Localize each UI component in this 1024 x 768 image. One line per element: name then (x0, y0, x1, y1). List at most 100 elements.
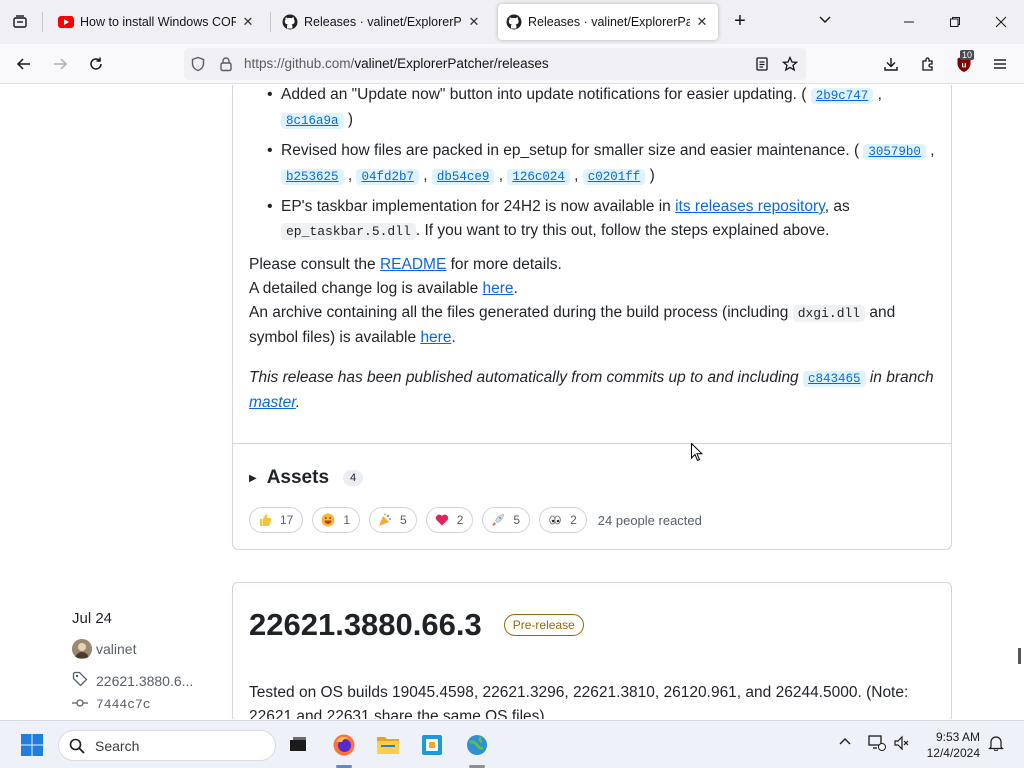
release-header: 22621.3880.66.3 Pre-release (249, 607, 584, 643)
text: . (513, 280, 518, 297)
new-tab-icon[interactable]: + (730, 10, 750, 34)
lock-icon[interactable] (218, 56, 234, 72)
tag-icon (72, 671, 88, 690)
avatar (72, 639, 92, 659)
release-author[interactable]: valinet (72, 639, 136, 659)
code-snippet: ep_taskbar.5.dll (281, 223, 416, 240)
file-explorer-icon[interactable] (372, 729, 404, 761)
thumbs-up-icon (258, 513, 272, 527)
commit-link[interactable]: 30579b0 (863, 144, 926, 160)
scrollbar-thumb[interactable] (1018, 648, 1021, 664)
reaction-thumbs-up[interactable]: 17 (249, 507, 304, 533)
archive-link[interactable]: here (420, 329, 451, 346)
rocket-icon (491, 513, 505, 527)
minimize-icon[interactable] (897, 10, 921, 34)
network-globe-icon[interactable] (461, 729, 493, 761)
assets-count: 4 (343, 470, 364, 486)
network-icon[interactable] (868, 735, 886, 754)
remote-desktop-icon[interactable] (416, 729, 448, 761)
restore-icon[interactable] (943, 10, 967, 34)
back-icon[interactable] (12, 52, 36, 76)
reaction-eyes[interactable]: 2 (539, 507, 587, 533)
close-window-icon[interactable] (989, 10, 1013, 34)
close-tab-icon[interactable]: ✕ (240, 14, 256, 30)
note-text: Revised how files are packed in ep_setup… (281, 142, 860, 159)
commit-link[interactable]: 04fd2b7 (356, 169, 419, 185)
changelog-line: A detailed change log is available here. (249, 277, 939, 301)
tracking-protection-icon[interactable] (190, 56, 206, 72)
reaction-rocket[interactable]: 5 (482, 507, 531, 533)
commit-link[interactable]: b253625 (281, 169, 344, 185)
task-view-icon[interactable] (282, 729, 314, 761)
taskbar: Search 9:53 AM 12/4/2024 (0, 720, 1024, 768)
release-title[interactable]: 22621.3880.66.3 (249, 607, 482, 643)
tab-releases-1[interactable]: Releases · valinet/ExplorerPatch ✕ (274, 4, 490, 40)
reaction-count: 1 (343, 513, 351, 527)
assets-label: Assets (266, 467, 330, 488)
taskbar-clock[interactable]: 9:53 AM 12/4/2024 (918, 729, 980, 761)
firefox-icon[interactable] (328, 729, 360, 761)
tab-youtube[interactable]: How to install Windows CORRE ✕ (50, 4, 264, 40)
bookmark-star-icon[interactable] (781, 55, 799, 72)
commit-link[interactable]: db54ce9 (431, 169, 495, 185)
forward-icon[interactable] (48, 52, 72, 76)
chevron-up-icon[interactable] (838, 735, 852, 752)
laugh-icon (321, 513, 335, 527)
taskbar-search[interactable]: Search (58, 730, 276, 761)
windows-start-icon[interactable] (16, 729, 48, 761)
page-scrollbar[interactable] (1016, 85, 1024, 719)
divider (233, 443, 951, 444)
release-body: Tested on OS builds 19045.4598, 22621.32… (249, 681, 949, 719)
eyes-icon (548, 513, 562, 527)
code-snippet: dxgi.dll (792, 305, 866, 322)
text: An archive containing all the files gene… (249, 304, 793, 321)
github-icon (282, 14, 298, 30)
release-card: 22621.3880.66.3 Pre-release Tested on OS… (232, 582, 952, 719)
tab-releases-2[interactable]: Releases · valinet/ExplorerPatch ✕ (498, 4, 718, 40)
commit-link[interactable]: 126c024 (507, 169, 570, 185)
readme-link[interactable]: README (380, 256, 446, 273)
close-tab-icon[interactable]: ✕ (466, 14, 482, 30)
reaction-laugh[interactable]: 1 (312, 507, 361, 533)
text: . (451, 329, 456, 346)
release-tag[interactable]: 22621.3880.6... (72, 671, 193, 690)
extension-badge: 10 (960, 50, 975, 60)
address-bar[interactable]: https://github.com/valinet/ExplorerPatch… (184, 48, 806, 80)
notifications-icon[interactable] (988, 735, 1004, 754)
reaction-hooray[interactable]: 5 (369, 507, 417, 533)
page-content: Added an "Update now" button into update… (0, 85, 1016, 719)
volume-muted-icon[interactable] (894, 735, 910, 754)
release-commit[interactable]: 7444c7c (72, 695, 151, 714)
releases-repository-link[interactable]: its releases repository (675, 198, 825, 215)
triangle-right-icon: ▶ (249, 472, 257, 484)
commit-link[interactable]: 2b9c747 (810, 88, 874, 104)
mouse-cursor-icon (691, 442, 704, 467)
reload-icon[interactable] (84, 52, 108, 76)
extensions-icon[interactable] (916, 52, 940, 76)
reaction-heart[interactable]: 2 (425, 507, 474, 533)
chevron-down-icon[interactable] (818, 12, 834, 32)
tab-title: Releases · valinet/ExplorerPatch (528, 15, 690, 29)
assets-toggle[interactable]: ▶ Assets 4 (249, 467, 364, 489)
reader-view-icon[interactable] (754, 56, 770, 72)
url-text[interactable]: https://github.com/valinet/ExplorerPatch… (244, 56, 549, 71)
hooray-icon (378, 513, 392, 527)
commit-link[interactable]: c0201ff (582, 169, 646, 185)
tab-list-icon[interactable] (8, 10, 32, 34)
commit-link[interactable]: 8c16a9a (281, 113, 344, 129)
note-text: Added an "Update now" button into update… (281, 86, 807, 103)
close-tab-icon[interactable]: ✕ (694, 14, 710, 30)
downloads-icon[interactable] (879, 52, 903, 76)
svg-text:u: u (962, 61, 967, 70)
changelog-link[interactable]: here (483, 280, 514, 297)
commit-link[interactable]: c843465 (803, 371, 866, 387)
menu-icon[interactable] (988, 52, 1012, 76)
navigation-bar: https://github.com/valinet/ExplorerPatch… (0, 44, 1024, 84)
reaction-count: 2 (456, 513, 464, 527)
tab-separator (42, 12, 43, 32)
branch-link[interactable]: master (249, 394, 296, 411)
search-label: Search (95, 738, 140, 754)
tag-name: 22621.3880.6... (96, 672, 194, 689)
release-body-line: 22621 and 22631 share the same OS files) (249, 708, 545, 719)
url-host: https://github.com/ (244, 56, 355, 71)
